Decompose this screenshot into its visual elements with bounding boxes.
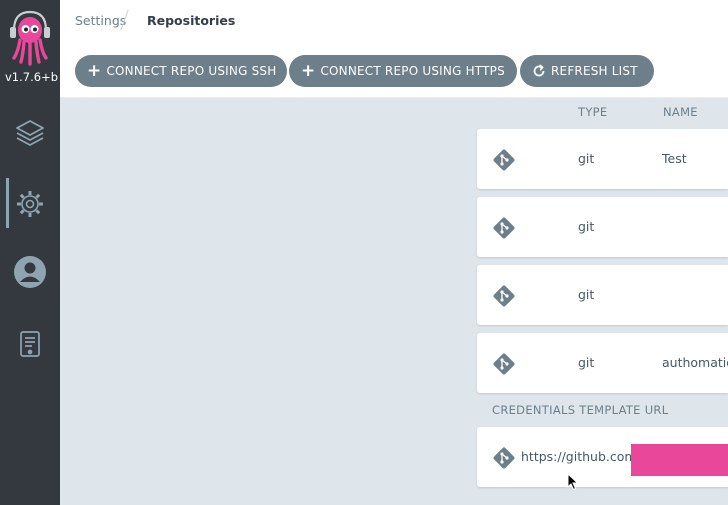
top-bar: Settings Repositories	[60, 0, 728, 42]
repo-name: Test	[662, 151, 687, 166]
nav-settings[interactable]	[0, 176, 60, 232]
user-icon	[13, 255, 47, 289]
column-header-name: NAME	[663, 105, 698, 119]
breadcrumb-settings[interactable]: Settings	[75, 13, 126, 28]
repo-row[interactable]: git Test	[477, 129, 728, 189]
nav-applications[interactable]	[0, 105, 60, 161]
repo-type: git	[578, 219, 595, 234]
sidebar: v1.7.6+b	[0, 0, 60, 505]
git-icon	[492, 148, 516, 176]
layers-icon	[14, 117, 46, 149]
nav-documentation[interactable]	[0, 317, 60, 373]
credential-url: https://github.com/	[521, 449, 641, 464]
git-icon	[492, 216, 516, 244]
connect-ssh-label: CONNECT REPO USING SSH	[106, 64, 277, 78]
connect-https-button[interactable]: + CONNECT REPO USING HTTPS	[289, 55, 517, 87]
nav-user-info[interactable]	[0, 244, 60, 300]
git-icon	[492, 284, 516, 312]
refresh-icon	[532, 64, 546, 78]
connect-ssh-button[interactable]: + CONNECT REPO USING SSH	[75, 55, 287, 87]
plus-icon: +	[301, 60, 316, 81]
gear-icon	[15, 189, 45, 219]
repo-type: git	[578, 287, 595, 302]
repo-type: git	[578, 355, 595, 370]
repo-name: authomatio	[662, 355, 728, 370]
credentials-header: CREDENTIALS TEMPLATE URL	[492, 403, 669, 417]
version-label: v1.7.6+b	[5, 70, 59, 84]
repo-row[interactable]: git	[477, 197, 728, 257]
mouse-cursor-icon	[567, 472, 579, 495]
repo-type: git	[578, 151, 595, 166]
repo-row[interactable]: git authomatio	[477, 333, 728, 393]
connect-https-label: CONNECT REPO USING HTTPS	[320, 64, 505, 78]
breadcrumb-repositories: Repositories	[147, 13, 236, 28]
column-header-type: TYPE	[578, 105, 608, 119]
git-icon	[492, 352, 516, 380]
refresh-list-label: REFRESH LIST	[551, 64, 638, 78]
docs-icon	[17, 330, 43, 360]
repo-row[interactable]: git	[477, 265, 728, 325]
redaction-overlay	[631, 444, 728, 476]
argo-logo[interactable]	[6, 6, 54, 68]
refresh-list-button[interactable]: REFRESH LIST	[520, 55, 654, 87]
plus-icon: +	[87, 60, 102, 81]
git-icon	[492, 446, 516, 474]
action-bar: + CONNECT REPO USING SSH + CONNECT REPO …	[60, 42, 728, 98]
